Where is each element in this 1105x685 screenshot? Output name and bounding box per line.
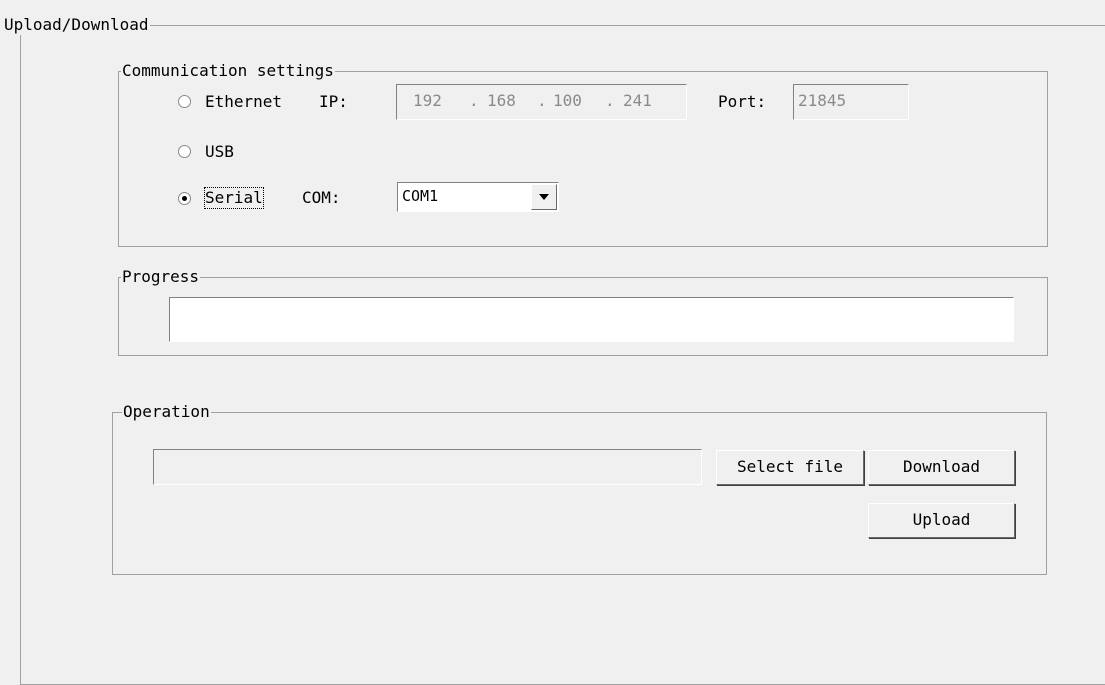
operation-title: Operation	[122, 402, 211, 422]
progress-bar	[169, 297, 1014, 342]
com-port-select[interactable]: COM1	[397, 182, 559, 212]
upload-download-title: Upload/Download	[4, 15, 150, 35]
ip-octet-2: 168	[487, 91, 516, 110]
progress-title: Progress	[121, 267, 201, 287]
radio-selected-dot	[182, 196, 187, 201]
port-value: 21845	[798, 91, 847, 110]
serial-radio[interactable]	[178, 192, 191, 205]
upload-button[interactable]: Upload	[868, 503, 1015, 538]
dropdown-triangle	[539, 194, 549, 200]
com-port-value: COM1	[402, 187, 439, 205]
ip-octet-1: 192	[413, 91, 442, 110]
usb-radio[interactable]	[178, 145, 191, 158]
file-path-field[interactable]	[153, 449, 702, 485]
com-label: COM:	[302, 188, 341, 207]
ethernet-label[interactable]: Ethernet	[205, 92, 282, 112]
serial-label[interactable]: Serial	[204, 187, 264, 209]
select-file-button[interactable]: Select file	[716, 450, 864, 485]
ip-octet-4: 241	[623, 91, 652, 110]
dropdown-arrow-icon[interactable]	[531, 184, 557, 210]
download-button[interactable]: Download	[868, 450, 1015, 485]
ip-dot-2: .	[537, 91, 547, 110]
ethernet-radio[interactable]	[178, 95, 191, 108]
operation-group: Operation	[112, 402, 1047, 575]
communication-settings-title: Communication settings	[121, 61, 335, 81]
ip-octet-3: 100	[553, 91, 582, 110]
port-field[interactable]: 21845	[793, 84, 909, 120]
ip-dot-3: .	[605, 91, 615, 110]
ip-address-field[interactable]: 192 . 168 . 100 . 241	[396, 84, 687, 120]
ip-dot-1: .	[469, 91, 479, 110]
port-label: Port:	[718, 92, 767, 111]
ip-label: IP:	[319, 92, 348, 111]
usb-label[interactable]: USB	[205, 142, 234, 162]
